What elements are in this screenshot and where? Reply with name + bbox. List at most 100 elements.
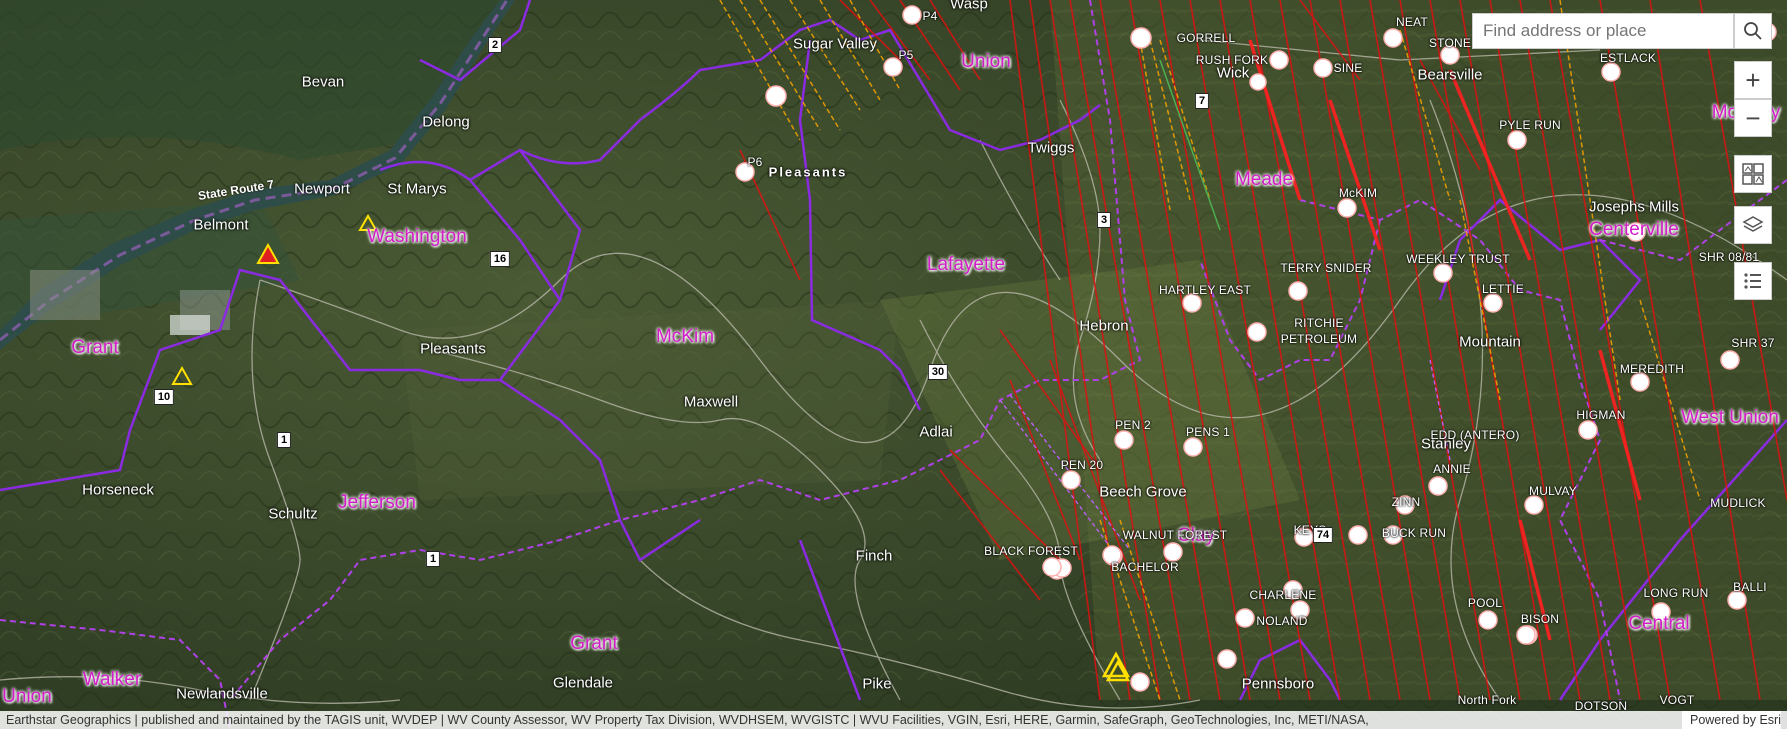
lease-label: ESTLACK xyxy=(1599,51,1657,65)
town-label: Adlai xyxy=(919,423,953,441)
legend-icon xyxy=(1744,273,1761,289)
town-label: Pleasants xyxy=(768,164,848,180)
zoom-in-button[interactable]: + xyxy=(1734,61,1772,99)
lease-label: PEN 2 xyxy=(1115,418,1151,432)
lease-label: BACHELOR xyxy=(1111,560,1179,574)
district-label: Grant xyxy=(71,337,119,358)
lease-label: TERRY SNIDER xyxy=(1280,261,1372,275)
route-shield: 7 xyxy=(1194,93,1210,109)
town-label: St Marys xyxy=(387,180,447,198)
lease-label: PENS 1 xyxy=(1186,425,1230,439)
lease-label: RUSH FORK xyxy=(1195,53,1269,67)
town-label: Wasp xyxy=(950,0,988,13)
lease-label: ZINN xyxy=(1391,495,1421,509)
lease-label: P6 xyxy=(747,155,763,169)
district-label: Walker xyxy=(82,669,142,690)
lease-label: CHARLENE xyxy=(1249,588,1317,602)
town-label: Horseneck xyxy=(82,481,154,499)
route-shield: 1 xyxy=(276,432,292,448)
lease-label: PYLE RUN xyxy=(1499,118,1561,132)
lease-label: ANNIE xyxy=(1433,462,1471,476)
lease-label: HARTLEY EAST xyxy=(1159,283,1251,297)
town-label: Delong xyxy=(422,113,470,131)
lease-label: BALLI xyxy=(1733,580,1767,594)
district-label: Grant xyxy=(570,633,618,654)
town-label: Sugar Valley xyxy=(793,35,877,53)
lease-label: LONG RUN xyxy=(1643,586,1709,600)
layer-list-button[interactable] xyxy=(1734,206,1772,244)
district-label: Centerville xyxy=(1589,219,1679,240)
district-label: Meade xyxy=(1234,169,1294,190)
attribution-text: Earthstar Geographics | published and ma… xyxy=(6,713,1369,727)
route-shield: 10 xyxy=(153,389,175,405)
search-button[interactable] xyxy=(1734,13,1772,49)
district-label: Washington xyxy=(367,226,467,247)
lease-label: McKIM xyxy=(1338,186,1378,200)
lease-label: LETTIE xyxy=(1482,282,1524,296)
map-imagery xyxy=(0,0,1787,729)
lease-label: STONE xyxy=(1428,36,1472,50)
lease-label: P4 xyxy=(922,9,938,23)
town-label: Mountain xyxy=(1459,333,1521,351)
lease-label: MULVAY xyxy=(1529,484,1577,498)
map-view[interactable]: Bevan Delong Newport St Marys Belmont Su… xyxy=(0,0,1787,729)
town-label: Schultz xyxy=(268,505,318,523)
town-label: Bearsville xyxy=(1417,66,1483,84)
town-label: Beech Grove xyxy=(1099,483,1187,501)
lease-label: RITCHIE xyxy=(1294,316,1344,330)
lease-label: SHR 37 xyxy=(1731,336,1775,350)
lease-label: WALNUT FOREST xyxy=(1122,528,1228,542)
route-shield: 74 xyxy=(1312,527,1334,543)
lease-label: PEN 20 xyxy=(1060,458,1104,472)
lease-label: MEREDITH xyxy=(1619,362,1685,376)
route-shield: 2 xyxy=(487,37,503,53)
town-label: Josephs Mills xyxy=(1588,198,1680,216)
search-input[interactable] xyxy=(1473,14,1703,48)
basemap-gallery-button[interactable] xyxy=(1734,155,1772,193)
district-label: Union xyxy=(961,51,1011,72)
district-label: Union xyxy=(2,686,52,707)
lease-label: BLACK FOREST xyxy=(984,544,1078,558)
legend-button[interactable] xyxy=(1734,262,1772,300)
route-shield: 3 xyxy=(1096,212,1112,228)
town-label: Bevan xyxy=(301,73,345,91)
lease-label: BUCK RUN xyxy=(1381,526,1447,540)
zoom-out-button[interactable]: − xyxy=(1734,99,1772,137)
town-label: Twiggs xyxy=(1027,139,1075,157)
plus-icon: + xyxy=(1745,64,1761,95)
route-shield: 30 xyxy=(927,364,949,380)
lease-label: EDD (ANTERO) xyxy=(1430,428,1520,442)
town-label: Hebron xyxy=(1079,317,1129,335)
town-label: Glendale xyxy=(552,674,614,692)
lease-label: POOL xyxy=(1467,596,1503,610)
minus-icon: − xyxy=(1745,102,1761,133)
town-label: Maxwell xyxy=(683,393,739,411)
district-label: West Union xyxy=(1681,407,1779,428)
lease-label: WEEKLEY TRUST xyxy=(1406,252,1510,266)
town-label: Belmont xyxy=(193,216,249,234)
town-label: Pennsboro xyxy=(1241,675,1315,693)
attribution-bar: Earthstar Geographics | published and ma… xyxy=(0,711,1787,729)
basemap-icon xyxy=(1742,163,1764,185)
search-icon xyxy=(1744,22,1762,40)
lease-label: HIGMAN xyxy=(1576,408,1626,422)
lease-label: VOGT xyxy=(1659,693,1695,707)
town-label: Finch xyxy=(855,547,893,565)
lease-label: NOLAND xyxy=(1256,614,1308,628)
district-label: Jefferson xyxy=(338,492,416,513)
district-label: Lafayette xyxy=(926,254,1006,275)
lease-label: NEAT xyxy=(1396,15,1428,29)
lease-label: PETROLEUM xyxy=(1280,332,1358,346)
town-label: Wick xyxy=(1216,64,1250,82)
lease-label: P5 xyxy=(898,48,914,62)
lease-label: SINE xyxy=(1333,61,1363,75)
town-label: Pleasants xyxy=(420,340,486,358)
layers-icon xyxy=(1742,216,1764,232)
search-box[interactable] xyxy=(1472,13,1734,49)
powered-by-link[interactable]: Powered by Esri xyxy=(1681,711,1781,729)
route-shield: 16 xyxy=(489,251,511,267)
lease-label: GORRELL xyxy=(1176,31,1236,45)
town-label: Pike xyxy=(862,675,892,693)
route-shield: 1 xyxy=(425,551,441,567)
lease-label: North Fork xyxy=(1457,693,1517,707)
